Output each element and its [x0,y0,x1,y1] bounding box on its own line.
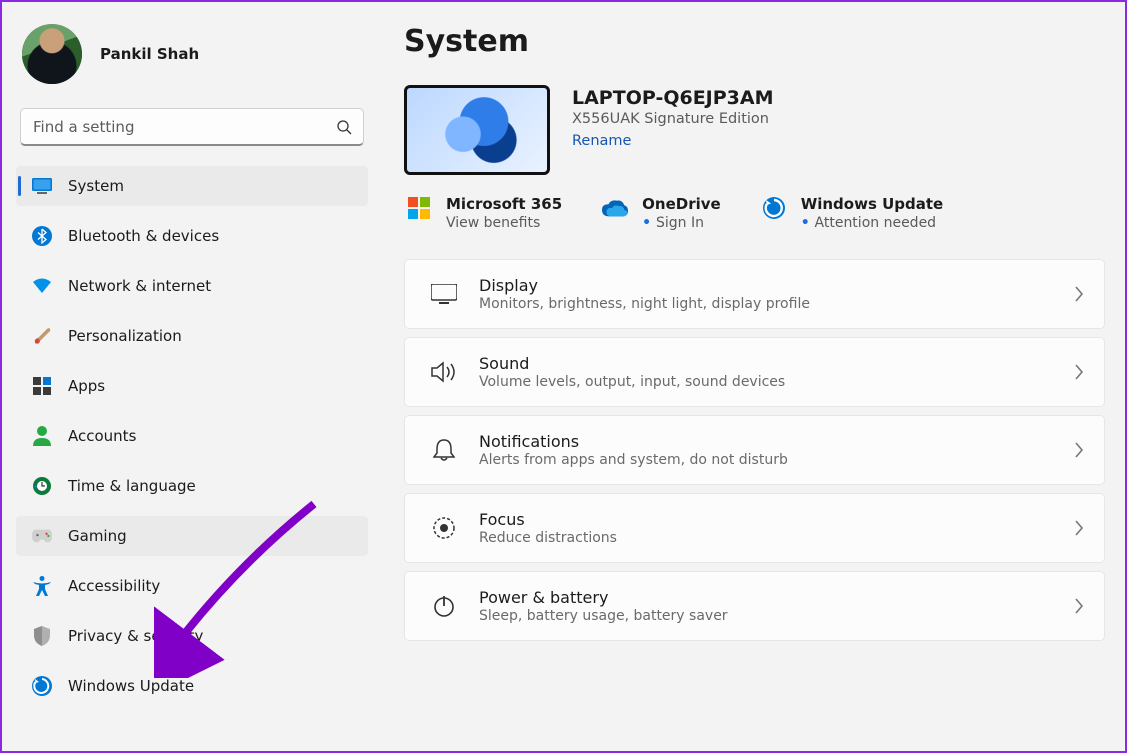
sidebar-item-accessibility[interactable]: Accessibility [16,566,368,606]
chevron-right-icon [1074,598,1084,614]
system-icon [32,176,52,196]
status-title: Windows Update [801,195,944,213]
status-row: Microsoft 365 View benefits OneDrive Sig… [404,195,1105,231]
sidebar-item-label: Bluetooth & devices [68,227,354,245]
card-sub: Monitors, brightness, night light, displ… [479,296,1052,312]
settings-cards: Display Monitors, brightness, night ligh… [404,259,1105,641]
sidebar: Pankil Shah System Bluetooth & devices [2,2,382,751]
avatar [22,24,82,84]
profile-name: Pankil Shah [100,45,199,63]
accessibility-icon [32,576,52,596]
card-notifications[interactable]: Notifications Alerts from apps and syste… [404,415,1105,485]
status-microsoft365[interactable]: Microsoft 365 View benefits [406,195,562,231]
device-name: LAPTOP-Q6EJP3AM [572,87,774,109]
card-title: Sound [479,354,1052,373]
device-model: X556UAK Signature Edition [572,111,774,127]
card-sub: Reduce distractions [479,530,1052,546]
card-sub: Alerts from apps and system, do not dist… [479,452,1052,468]
device-block: LAPTOP-Q6EJP3AM X556UAK Signature Editio… [404,85,1105,175]
display-icon [431,281,457,307]
wifi-icon [32,276,52,296]
focus-icon [431,515,457,541]
main-content: System LAPTOP-Q6EJP3AM X556UAK Signature… [382,2,1125,751]
card-title: Display [479,276,1052,295]
bell-icon [431,437,457,463]
sidebar-item-privacy[interactable]: Privacy & security [16,616,368,656]
card-title: Focus [479,510,1052,529]
status-sub: Attention needed [801,215,944,231]
status-onedrive[interactable]: OneDrive Sign In [602,195,721,231]
sidebar-item-accounts[interactable]: Accounts [16,416,368,456]
sidebar-item-bluetooth[interactable]: Bluetooth & devices [16,216,368,256]
sidebar-item-label: Time & language [68,477,354,495]
gamepad-icon [32,526,52,546]
card-title: Notifications [479,432,1052,451]
power-icon [431,593,457,619]
sidebar-item-network[interactable]: Network & internet [16,266,368,306]
chevron-right-icon [1074,286,1084,302]
sidebar-item-update[interactable]: Windows Update [16,666,368,706]
sidebar-item-apps[interactable]: Apps [16,366,368,406]
brush-icon [32,326,52,346]
card-sub: Sleep, battery usage, battery saver [479,608,1052,624]
sidebar-item-label: Accounts [68,427,354,445]
chevron-right-icon [1074,520,1084,536]
nav-list: System Bluetooth & devices Network & int… [16,166,368,706]
sidebar-item-gaming[interactable]: Gaming [16,516,368,556]
shield-icon [32,626,52,646]
page-title: System [404,24,1105,59]
clock-icon [32,476,52,496]
sound-icon [431,359,457,385]
card-sound[interactable]: Sound Volume levels, output, input, soun… [404,337,1105,407]
sidebar-item-personalization[interactable]: Personalization [16,316,368,356]
status-title: Microsoft 365 [446,195,562,213]
chevron-right-icon [1074,442,1084,458]
chevron-right-icon [1074,364,1084,380]
sidebar-item-label: Apps [68,377,354,395]
search-container [20,108,364,146]
sidebar-item-label: Gaming [68,527,354,545]
search-input[interactable] [20,108,364,146]
card-power[interactable]: Power & battery Sleep, battery usage, ba… [404,571,1105,641]
profile-block[interactable]: Pankil Shah [16,24,368,84]
sidebar-item-label: Personalization [68,327,354,345]
card-display[interactable]: Display Monitors, brightness, night ligh… [404,259,1105,329]
status-title: OneDrive [642,195,721,213]
card-focus[interactable]: Focus Reduce distractions [404,493,1105,563]
status-windows-update[interactable]: Windows Update Attention needed [761,195,944,231]
status-sub: Sign In [642,215,721,231]
account-icon [32,426,52,446]
sidebar-item-system[interactable]: System [16,166,368,206]
windows-update-icon [761,195,787,221]
update-icon [32,676,52,696]
apps-icon [32,376,52,396]
onedrive-icon [602,195,628,221]
status-sub: View benefits [446,215,562,231]
sidebar-item-label: Network & internet [68,277,354,295]
card-title: Power & battery [479,588,1052,607]
bluetooth-icon [32,226,52,246]
sidebar-item-label: Privacy & security [68,627,354,645]
sidebar-item-label: Accessibility [68,577,354,595]
sidebar-item-label: Windows Update [68,677,354,695]
sidebar-item-time[interactable]: Time & language [16,466,368,506]
search-icon [336,119,352,135]
device-thumbnail [404,85,550,175]
rename-link[interactable]: Rename [572,133,631,149]
sidebar-item-label: System [68,177,354,195]
ms365-icon [406,195,432,221]
card-sub: Volume levels, output, input, sound devi… [479,374,1052,390]
